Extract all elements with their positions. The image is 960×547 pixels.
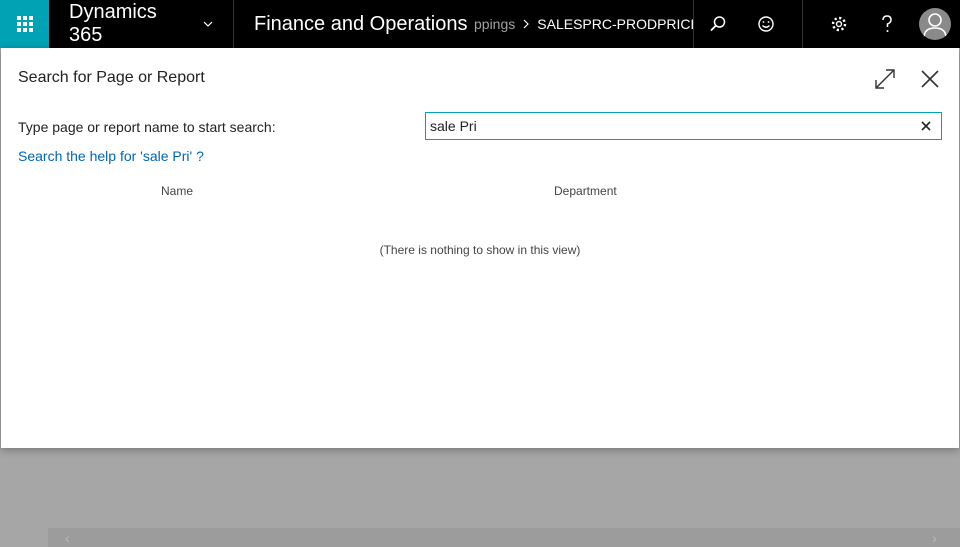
column-header-department[interactable]: Department	[554, 184, 617, 198]
clear-search-button[interactable]	[919, 119, 933, 133]
page-search-input[interactable]	[426, 113, 906, 139]
breadcrumb-previous[interactable]: ppings	[474, 16, 515, 32]
nav-divider	[802, 0, 803, 48]
gear-icon	[831, 16, 847, 32]
search-button[interactable]	[694, 0, 742, 48]
waffle-icon	[16, 16, 33, 32]
app-title: Finance and Operations	[254, 12, 468, 35]
feedback-button[interactable]	[742, 0, 790, 48]
help-button[interactable]	[863, 0, 911, 48]
clear-icon	[921, 121, 931, 131]
expand-dialog-button[interactable]	[871, 65, 899, 93]
brand-title: Dynamics 365	[69, 1, 157, 46]
app-launcher-button[interactable]	[0, 0, 49, 48]
breadcrumb-current[interactable]: SALESPRC-PRODPRICE	[537, 16, 693, 32]
user-avatar-icon	[919, 8, 951, 40]
settings-button[interactable]	[815, 0, 863, 48]
top-navigation-bar: Dynamics 365 Finance and Operations ppin…	[0, 0, 960, 48]
dynamics-brand-menu[interactable]: Dynamics 365	[49, 0, 234, 48]
close-icon	[921, 70, 939, 88]
search-box[interactable]	[425, 112, 942, 140]
scroll-right-icon: ›	[932, 530, 937, 546]
search-help-link[interactable]: Search the help for 'sale Pri' ?	[18, 148, 204, 164]
expand-icon	[875, 69, 895, 89]
empty-results-message: (There is nothing to show in this view)	[379, 243, 581, 257]
smiley-icon	[758, 16, 774, 32]
dialog-title: Search for Page or Report	[18, 69, 205, 86]
close-dialog-button[interactable]	[916, 65, 944, 93]
scroll-left-icon: ‹	[65, 530, 70, 546]
search-field-label: Type page or report name to start search…	[18, 119, 276, 135]
chevron-right-icon	[523, 19, 530, 29]
search-page-dialog: Search for Page or Report Type page or r…	[1, 48, 959, 448]
column-header-name[interactable]: Name	[161, 184, 193, 198]
chevron-down-icon	[203, 21, 213, 27]
breadcrumb: ppings SALESPRC-PRODPRICE	[474, 0, 694, 48]
user-account-button[interactable]	[911, 0, 959, 48]
help-icon	[882, 15, 892, 32]
background-scrollbar	[48, 528, 960, 547]
search-icon	[710, 16, 726, 32]
